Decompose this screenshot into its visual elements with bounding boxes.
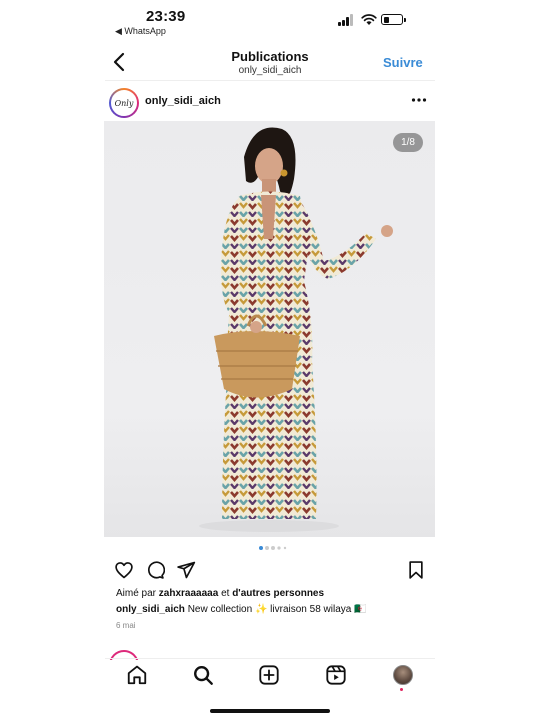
post-date: 6 mai xyxy=(116,621,136,630)
likes-middle: et xyxy=(218,588,233,599)
carousel-dot xyxy=(259,546,263,550)
send-icon[interactable] xyxy=(176,560,196,580)
search-icon[interactable] xyxy=(192,664,214,686)
avatar-logo: Only xyxy=(111,90,137,116)
nav-divider xyxy=(105,658,435,659)
carousel-dot xyxy=(271,546,275,550)
header-divider xyxy=(105,80,435,81)
likes-prefix: Aimé par xyxy=(116,588,159,599)
carousel-dot xyxy=(265,546,269,550)
page-subtitle: only_sidi_aich xyxy=(238,65,302,76)
status-time: 23:39 xyxy=(146,8,186,25)
liked-by-others[interactable]: d'autres personnes xyxy=(232,588,324,599)
heart-icon[interactable] xyxy=(114,560,134,580)
carousel-dot xyxy=(277,546,281,550)
page-title: Publications xyxy=(231,49,309,64)
liked-by-user[interactable]: zahxraaaaaa xyxy=(159,588,219,599)
comment-icon[interactable] xyxy=(145,560,165,580)
carousel-dot xyxy=(283,546,287,550)
image-counter-badge: 1/8 xyxy=(393,133,423,152)
likes-summary[interactable]: Aimé par zahxraaaaaa et d'autres personn… xyxy=(116,588,324,599)
wifi-icon xyxy=(361,14,377,25)
home-indicator[interactable] xyxy=(210,709,330,713)
profile-avatar[interactable] xyxy=(393,665,413,685)
home-icon[interactable] xyxy=(126,664,148,686)
notification-dot xyxy=(400,688,403,691)
post-image[interactable]: 1/8 xyxy=(104,121,435,537)
model-illustration xyxy=(199,127,393,532)
caption-text: New collection ✨ livraison 58 wilaya 🇩🇿 xyxy=(184,604,367,615)
post-caption: only_sidi_aich New collection ✨ livraiso… xyxy=(116,604,367,615)
back-to-app-link[interactable]: ◀ WhatsApp xyxy=(115,26,166,37)
post-username[interactable]: only_sidi_aich xyxy=(145,95,221,107)
avatar[interactable]: Only xyxy=(109,88,139,118)
reels-icon[interactable] xyxy=(325,664,347,686)
signal-icon xyxy=(338,14,356,26)
caption-username[interactable]: only_sidi_aich xyxy=(116,604,185,615)
more-horizontal-icon[interactable] xyxy=(411,97,427,103)
add-post-icon[interactable] xyxy=(258,664,280,686)
follow-button[interactable]: Suivre xyxy=(383,55,423,70)
bookmark-icon[interactable] xyxy=(406,560,426,580)
battery-icon xyxy=(381,14,406,25)
